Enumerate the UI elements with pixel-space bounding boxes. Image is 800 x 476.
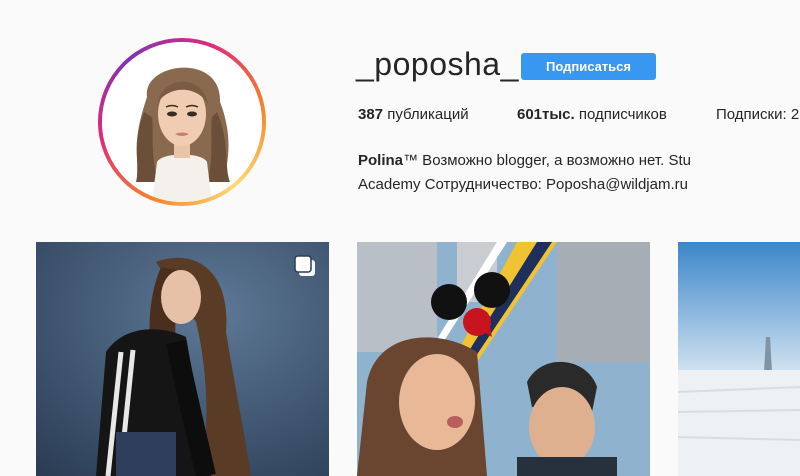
bio-line-1: Polina™ Возможно blogger, а возможно нет… (358, 149, 800, 173)
post-thumbnail[interactable] (357, 242, 650, 476)
post-image (357, 242, 650, 476)
multiple-images-icon (293, 254, 317, 278)
posts-stat: 387 публикаций (358, 106, 469, 123)
profile-avatar[interactable] (98, 38, 266, 206)
following-label: Подписки: 2 (716, 106, 800, 123)
followers-count: 601тыс. (517, 106, 575, 123)
followers-stat[interactable]: 601тыс. подписчиков (517, 106, 667, 123)
bio-line-2: Academy Сотрудничество: Poposha@wildjam.… (358, 176, 688, 193)
following-stat[interactable]: Подписки: 2 (716, 106, 799, 123)
bio-text: ™ Возможно blogger, а возможно нет. Stu (403, 152, 691, 169)
avatar-image (102, 42, 262, 202)
follow-button[interactable]: Подписаться (521, 53, 656, 80)
followers-label: подписчиков (578, 106, 667, 123)
post-thumbnail[interactable] (678, 242, 800, 476)
bio-name: Polina (358, 152, 404, 169)
profile-bio: Polina™ Возможно blogger, а возможно нет… (358, 149, 800, 197)
post-image (678, 242, 800, 476)
profile-username: _poposha_ (356, 46, 519, 82)
posts-count: 387 (358, 106, 384, 123)
post-thumbnail[interactable] (36, 242, 329, 476)
posts-label: публикаций (387, 106, 469, 123)
post-image (36, 242, 329, 476)
